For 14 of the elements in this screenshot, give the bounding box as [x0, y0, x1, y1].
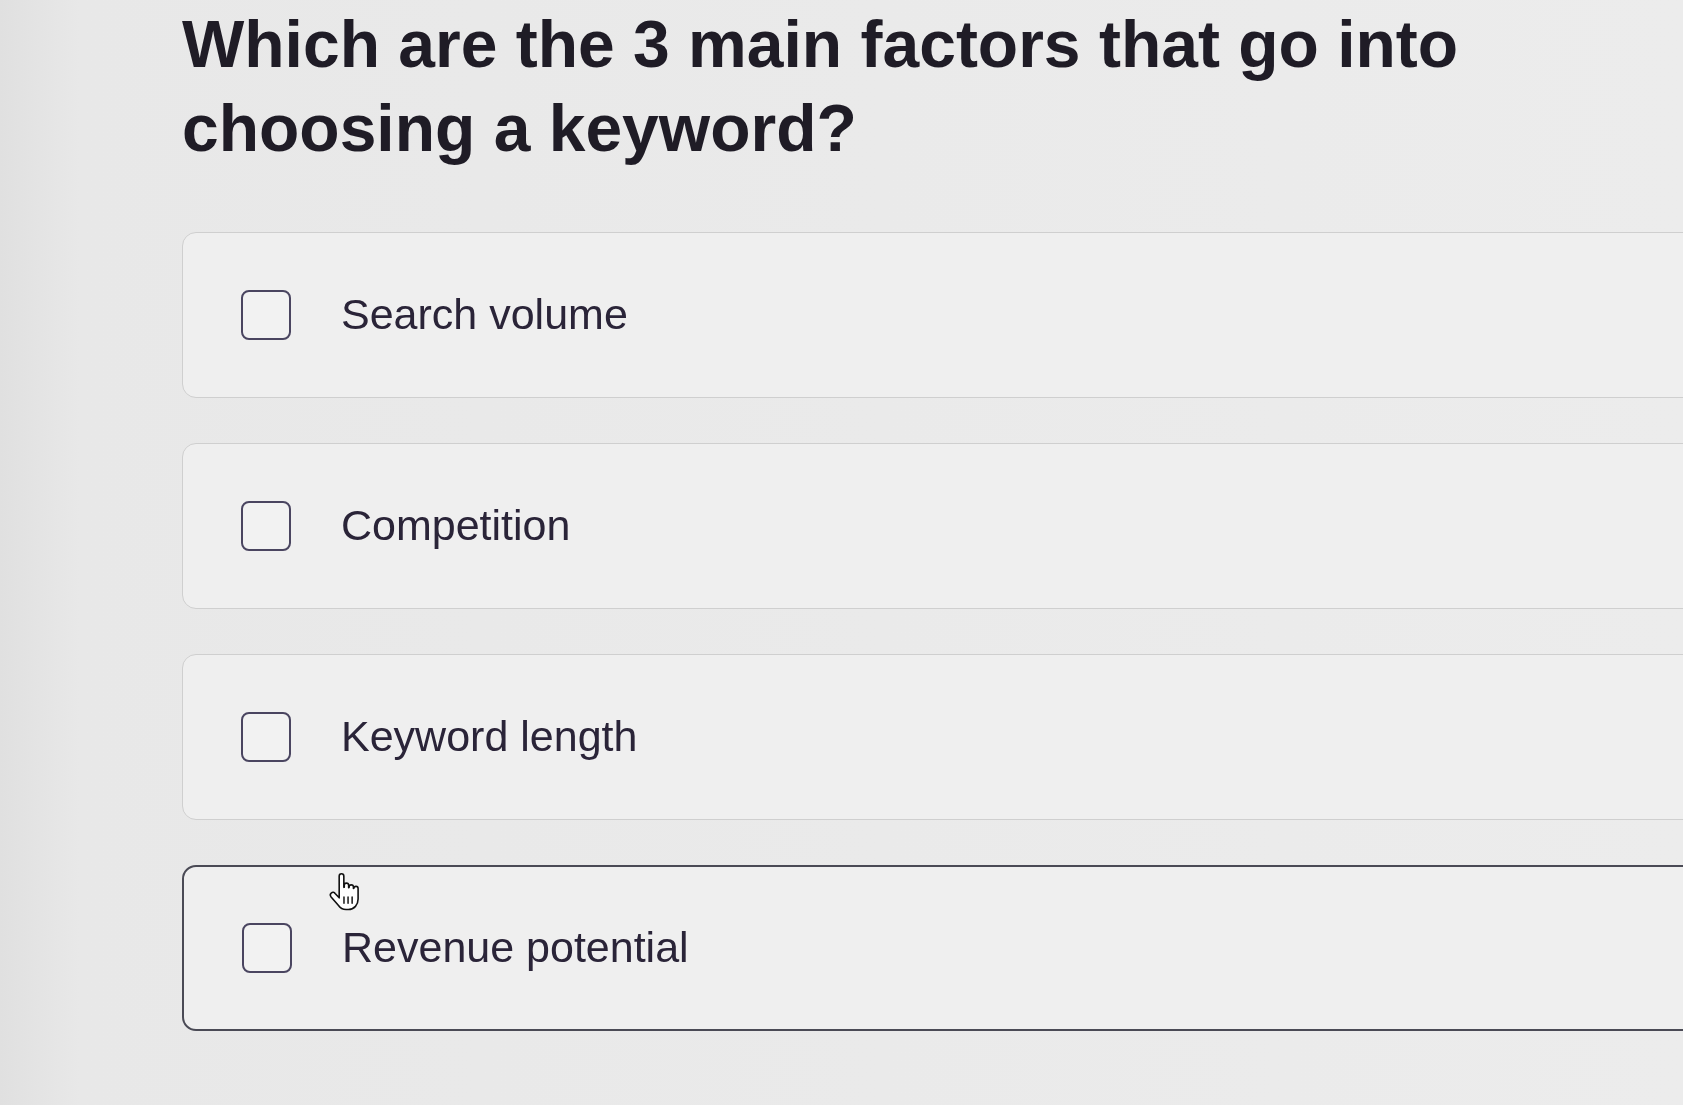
option-label: Competition	[341, 500, 571, 552]
question-text: Which are the 3 main factors that go into choosing a keyword?	[182, 6, 1460, 167]
hand-pointer-icon	[329, 873, 361, 911]
checkbox[interactable]	[242, 923, 292, 973]
checkbox[interactable]	[241, 712, 291, 762]
option-label: Search volume	[341, 289, 628, 341]
answer-option[interactable]: Revenue potential	[182, 865, 1683, 1031]
checkbox[interactable]	[241, 290, 291, 340]
checkbox[interactable]	[241, 501, 291, 551]
answer-option[interactable]: Search volume	[182, 232, 1683, 398]
option-label: Revenue potential	[342, 922, 689, 974]
option-label: Keyword length	[341, 711, 638, 763]
answer-option[interactable]: Keyword length	[182, 654, 1683, 820]
answer-option[interactable]: Competition	[182, 443, 1683, 609]
